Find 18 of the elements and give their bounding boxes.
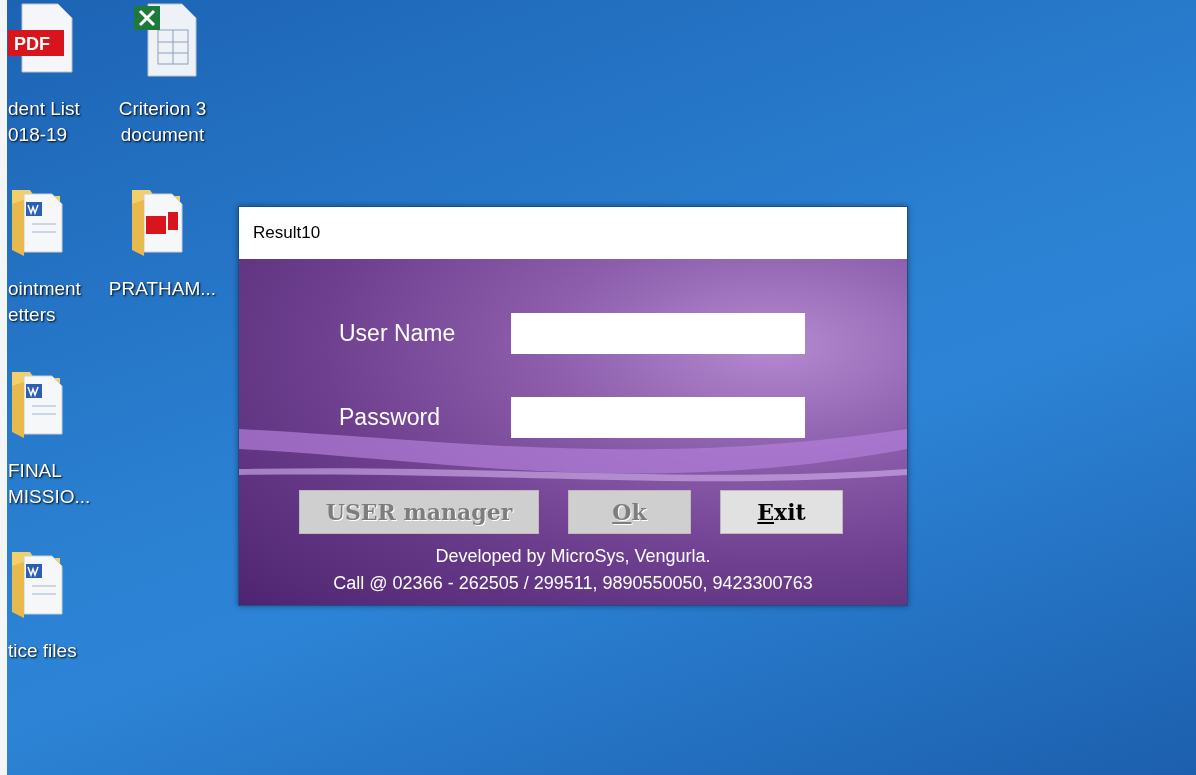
footer-text: Call @ 02366 - 262505 / 299511, 9890550050, 9423300763 <box>333 573 813 594</box>
desktop-icon-label[interactable]: etters <box>8 302 81 328</box>
desktop-icon-label[interactable]: FINAL <box>8 458 91 484</box>
desktop-icon-label[interactable]: document <box>118 122 207 148</box>
field-label: Password <box>339 404 441 431</box>
desktop-icon-label[interactable]: PRATHAM... <box>108 276 217 302</box>
field-label: User Name <box>339 320 457 347</box>
desktop-icon-label[interactable]: tice files <box>8 638 77 664</box>
desktop-icon-label[interactable]: 018-19 <box>8 122 80 148</box>
input-field[interactable] <box>511 313 805 354</box>
window-title: Result10 <box>239 207 907 259</box>
desktop-icon-label[interactable]: MISSIO... <box>8 484 91 510</box>
footer-text: Developed by MicroSys, Vengurla. <box>435 546 711 567</box>
desktop-icon-label[interactable]: ointment <box>8 276 81 302</box>
input-field[interactable] <box>511 397 805 438</box>
desktop-icon-label[interactable]: Criterion 3 <box>118 96 207 122</box>
dialog-button[interactable]: Exit <box>720 490 843 534</box>
desktop-icon-label[interactable]: dent List <box>8 96 80 122</box>
